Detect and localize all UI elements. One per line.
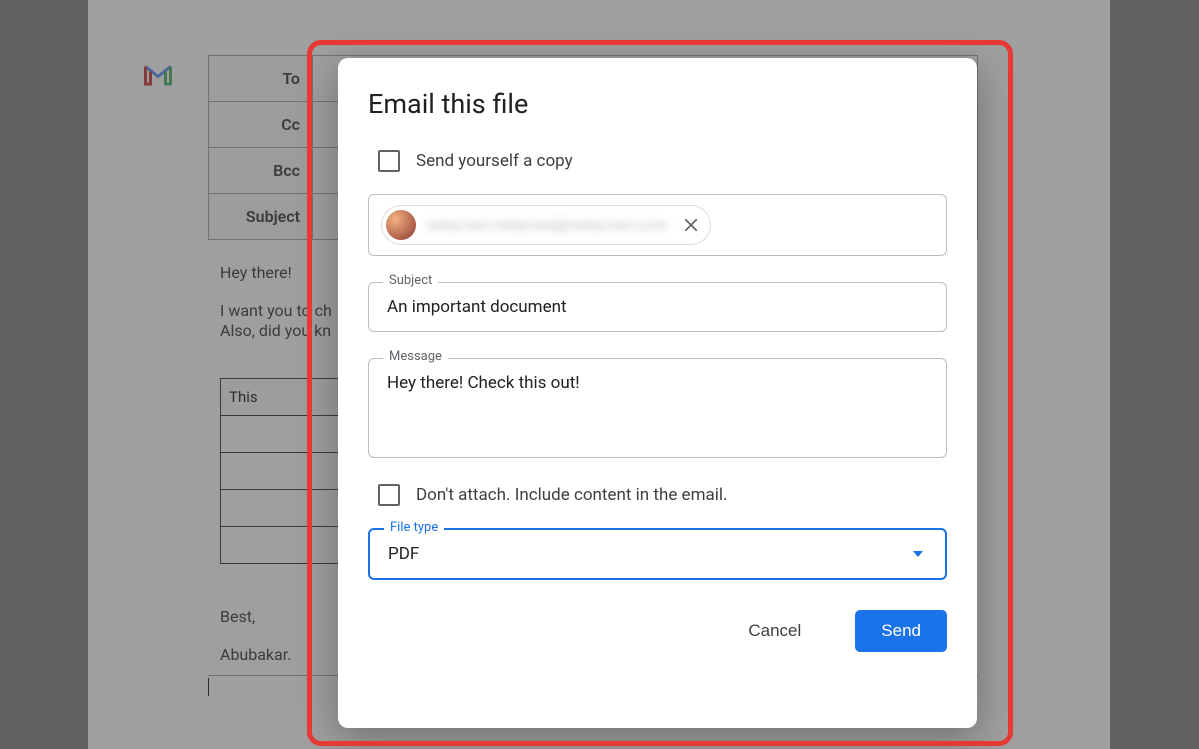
avatar bbox=[386, 210, 416, 240]
filetype-value: PDF bbox=[388, 544, 419, 564]
send-copy-label: Send yourself a copy bbox=[416, 151, 573, 171]
subject-field[interactable]: Subject An important document bbox=[368, 282, 947, 332]
recipients-field[interactable]: redacted.redacted@redacted.com bbox=[368, 194, 947, 256]
cancel-button[interactable]: Cancel bbox=[722, 610, 827, 652]
email-file-dialog: Email this file Send yourself a copy red… bbox=[338, 58, 977, 728]
subject-value: An important document bbox=[387, 297, 928, 317]
message-legend: Message bbox=[383, 349, 448, 364]
dialog-actions: Cancel Send bbox=[368, 610, 947, 652]
subject-legend: Subject bbox=[383, 273, 438, 288]
dont-attach-checkbox[interactable] bbox=[378, 484, 400, 506]
chevron-down-icon bbox=[913, 551, 923, 557]
filetype-select[interactable]: File type PDF bbox=[368, 528, 947, 580]
send-button[interactable]: Send bbox=[855, 610, 947, 652]
dont-attach-label: Don't attach. Include content in the ema… bbox=[416, 485, 727, 505]
recipient-chip[interactable]: redacted.redacted@redacted.com bbox=[381, 205, 711, 245]
send-copy-checkbox[interactable] bbox=[378, 150, 400, 172]
filetype-legend: File type bbox=[384, 520, 444, 535]
dialog-title: Email this file bbox=[368, 88, 947, 120]
recipient-email: redacted.redacted@redacted.com bbox=[426, 216, 668, 234]
message-field[interactable]: Message Hey there! Check this out! bbox=[368, 358, 947, 458]
close-icon[interactable] bbox=[682, 216, 700, 234]
message-value: Hey there! Check this out! bbox=[387, 373, 928, 393]
